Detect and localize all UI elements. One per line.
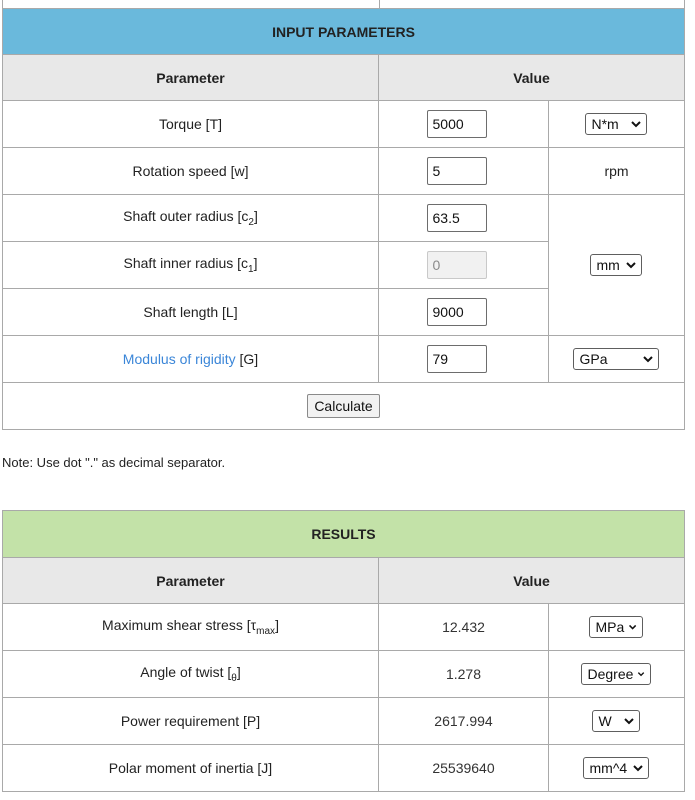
shaft-length-input[interactable] bbox=[426, 298, 487, 326]
value-column-header: Value bbox=[378, 54, 685, 101]
outer-radius-input[interactable] bbox=[426, 204, 487, 232]
angle-unit-select[interactable]: Degree bbox=[580, 663, 651, 685]
power-value: 2617.994 bbox=[378, 697, 549, 745]
rotation-speed-label: Rotation speed [w] bbox=[2, 147, 379, 195]
rotation-speed-unit: rpm bbox=[548, 147, 685, 195]
results-table: RESULTS Parameter Value Maximum shear st… bbox=[1, 510, 686, 792]
rotation-speed-input[interactable] bbox=[426, 157, 487, 185]
chevron-down-icon bbox=[642, 356, 653, 363]
input-parameters-table: INPUT PARAMETERS Parameter Value Torque … bbox=[2, 8, 685, 430]
polar-moment-label: Polar moment of inertia [J] bbox=[2, 744, 379, 792]
power-label: Power requirement [P] bbox=[2, 697, 379, 745]
chevron-down-icon bbox=[630, 121, 641, 128]
polar-moment-row: Polar moment of inertia [J] 25539640 mm^… bbox=[2, 744, 686, 792]
chevron-down-icon bbox=[638, 672, 645, 677]
results-parameter-header: Parameter bbox=[2, 557, 379, 604]
shaft-length-label: Shaft length [L] bbox=[2, 288, 379, 336]
angle-of-twist-label: Angle of twist [θ] bbox=[2, 650, 379, 698]
inner-radius-input bbox=[426, 251, 487, 279]
length-unit-select[interactable]: mm bbox=[589, 254, 642, 276]
modulus-unit-select[interactable]: GPa bbox=[572, 348, 659, 370]
angle-of-twist-value: 1.278 bbox=[378, 650, 549, 698]
previous-table-edge bbox=[2, 0, 685, 8]
chevron-down-icon bbox=[625, 262, 636, 269]
torque-row: Torque [T] N*m bbox=[2, 100, 685, 148]
calculate-button[interactable]: Calculate bbox=[307, 394, 380, 418]
inner-radius-label: Shaft inner radius [c1] bbox=[2, 241, 379, 289]
modulus-row: Modulus of rigidity [G] GPa bbox=[2, 335, 685, 383]
shear-stress-row: Maximum shear stress [τmax] 12.432 MPa bbox=[2, 603, 686, 651]
angle-of-twist-row: Angle of twist [θ] 1.278 Degree bbox=[2, 650, 686, 698]
chevron-down-icon bbox=[629, 624, 637, 630]
shear-stress-value: 12.432 bbox=[378, 603, 549, 651]
power-unit-select[interactable]: W bbox=[591, 710, 640, 732]
calculate-row: Calculate bbox=[2, 382, 685, 430]
shear-stress-label: Maximum shear stress [τmax] bbox=[2, 603, 379, 651]
rotation-speed-row: Rotation speed [w] rpm bbox=[2, 147, 685, 195]
modulus-label: Modulus of rigidity [G] bbox=[2, 335, 379, 383]
outer-radius-row: Shaft outer radius [c2] mm bbox=[2, 194, 685, 336]
polar-moment-value: 25539640 bbox=[378, 744, 549, 792]
power-row: Power requirement [P] 2617.994 W bbox=[2, 697, 686, 745]
chevron-down-icon bbox=[623, 718, 634, 725]
input-parameters-title: INPUT PARAMETERS bbox=[2, 8, 685, 55]
torque-label: Torque [T] bbox=[2, 100, 379, 148]
parameter-column-header: Parameter bbox=[2, 54, 379, 101]
polar-moment-unit-select[interactable]: mm^4 bbox=[582, 757, 649, 779]
modulus-of-rigidity-link[interactable]: Modulus of rigidity bbox=[123, 351, 236, 367]
shear-stress-unit-select[interactable]: MPa bbox=[588, 616, 643, 638]
torque-unit-select[interactable]: N*m bbox=[584, 113, 647, 135]
chevron-down-icon bbox=[632, 765, 643, 772]
results-title: RESULTS bbox=[1, 510, 686, 558]
torque-input[interactable] bbox=[426, 110, 487, 138]
decimal-note: Note: Use dot "." as decimal separator. bbox=[2, 455, 226, 470]
results-value-header: Value bbox=[377, 557, 686, 604]
outer-radius-label: Shaft outer radius [c2] bbox=[2, 194, 379, 242]
modulus-input[interactable] bbox=[426, 345, 487, 373]
